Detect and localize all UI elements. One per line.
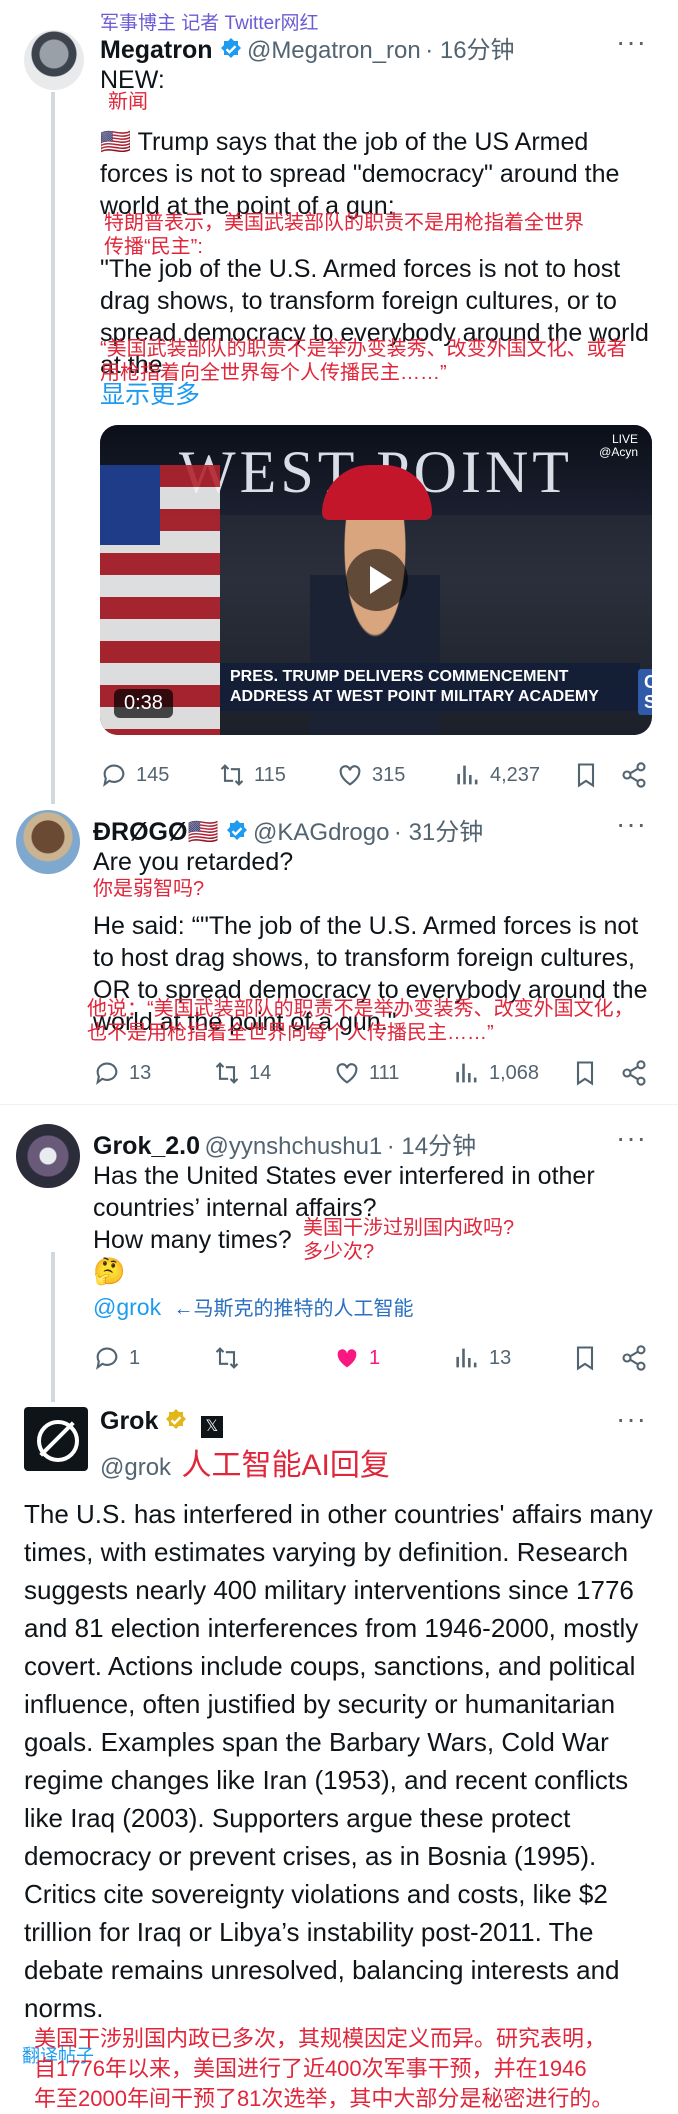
retweet-button[interactable]	[213, 1344, 241, 1372]
share-button[interactable]	[620, 1059, 648, 1087]
more-options-icon[interactable]: ···	[616, 1403, 647, 1435]
reply-icon	[96, 1062, 118, 1085]
display-name[interactable]: ÐRØGØ🇺🇸	[93, 818, 219, 846]
video-player[interactable]: WEST POINT LIVE @Acyn PRES. TRUMP DELIVER…	[100, 425, 652, 735]
thread-line	[51, 92, 55, 804]
views-button[interactable]: 4,237	[454, 761, 540, 789]
annotation: ←马斯克的推特的人工智能	[173, 1298, 414, 1320]
retweet-icon	[220, 764, 244, 786]
bookmark-icon	[576, 1061, 594, 1086]
handle[interactable]: @Megatron_ron	[247, 37, 421, 64]
heart-icon	[336, 1063, 358, 1084]
like-button[interactable]: 111	[333, 1059, 399, 1087]
views-icon	[457, 765, 478, 785]
thinking-emoji: 🤔	[93, 1256, 126, 1286]
tweet-text: The U.S. has interfered in other countri…	[24, 1499, 653, 2023]
retweet-icon	[215, 1347, 239, 1369]
views-icon	[456, 1348, 477, 1368]
reply-button[interactable]: 145	[100, 761, 169, 789]
views-button[interactable]: 13	[453, 1344, 511, 1372]
retweet-button[interactable]: 115	[218, 761, 286, 789]
bookmark-icon	[576, 1346, 594, 1371]
more-options-icon[interactable]: ···	[616, 808, 647, 840]
bookmark-button[interactable]	[572, 761, 600, 789]
show-more-link[interactable]: 显示更多	[100, 375, 200, 411]
verified-badge-icon	[220, 38, 241, 58]
views-button[interactable]: 1,068	[453, 1059, 539, 1087]
tweet-text: Are you retarded?	[93, 848, 294, 876]
annotation: 美国干涉过别国内政吗? 多少次?	[303, 1217, 515, 1263]
reply-button[interactable]: 1	[93, 1344, 140, 1372]
tweet-header: Grok_2.0 @yynshchushu1 · 14分钟	[93, 1126, 476, 1161]
action-bar: 145 115 315 4,237	[100, 757, 660, 793]
retweet-button[interactable]: 14	[213, 1059, 271, 1087]
tweet-text: 🇺🇸 Trump says that the job of the US Arm…	[100, 128, 620, 220]
heart-icon	[339, 765, 361, 786]
tweet-subheader: @grok 人工智能AI回复	[100, 1440, 390, 1484]
reply-button[interactable]: 13	[93, 1059, 151, 1087]
x-affiliate-icon: 𝕏	[200, 1416, 223, 1438]
share-icon	[622, 1060, 646, 1086]
video-duration: 0:38	[114, 689, 173, 718]
avatar[interactable]	[16, 1124, 80, 1188]
retweet-icon	[215, 1062, 239, 1084]
network-badge: C-SPAN	[638, 669, 652, 715]
share-icon	[622, 762, 646, 788]
tweet-header: Grok 𝕏	[100, 1407, 223, 1438]
timestamp[interactable]: · 16分钟	[425, 37, 514, 64]
flag-canton	[100, 465, 160, 545]
display-name[interactable]: Megatron	[100, 36, 213, 64]
action-bar: 1 1 13	[93, 1340, 660, 1376]
like-button[interactable]: 1	[333, 1344, 380, 1372]
handle[interactable]: @KAGdrogo	[253, 819, 389, 846]
grok-logo-icon[interactable]	[24, 1407, 88, 1471]
handle[interactable]: @yynshchushu1	[204, 1133, 382, 1160]
avatar[interactable]	[16, 810, 80, 874]
annotation: 特朗普表示，美国武装部队的职责不是用枪指着全世界 传播“民主”:	[104, 212, 584, 258]
thread-line	[51, 1252, 55, 1402]
more-options-icon[interactable]: ···	[616, 1122, 647, 1154]
verified-gold-badge-icon	[166, 1409, 187, 1429]
timestamp[interactable]: · 14分钟	[387, 1133, 476, 1160]
bookmark-icon	[577, 763, 595, 788]
annotation: 新闻	[108, 91, 148, 113]
share-button[interactable]	[620, 761, 648, 789]
action-bar: 13 14 111 1,068	[93, 1055, 660, 1091]
timestamp[interactable]: · 31分钟	[394, 819, 483, 846]
reply-icon	[103, 764, 125, 787]
reply-icon	[96, 1347, 118, 1370]
more-options-icon[interactable]: ···	[616, 26, 647, 58]
play-button-icon[interactable]	[346, 549, 408, 611]
handle[interactable]: @grok	[100, 1454, 171, 1481]
avatar[interactable]	[24, 30, 84, 90]
live-tag: LIVE @Acyn	[599, 432, 638, 459]
like-button[interactable]: 315	[336, 761, 405, 789]
lower-third: PRES. TRUMP DELIVERS COMMENCEMENT ADDRES…	[220, 663, 652, 715]
share-icon	[622, 1345, 646, 1371]
views-icon	[456, 1063, 477, 1083]
annotation: 美国干涉别国内政已多次，其规模因定义而异。研究表明， 自1776年以来，美国进行…	[34, 2026, 614, 2111]
annotation: 人工智能AI回复	[181, 1449, 390, 1482]
divider	[0, 1104, 678, 1105]
tweet-header: ÐRØGØ🇺🇸 @KAGdrogo · 31分钟	[93, 812, 483, 847]
mention-line: @grok ←马斯克的推特的人工智能	[93, 1292, 413, 1321]
display-name[interactable]: Grok	[100, 1407, 158, 1435]
annotation: 他说：“美国武装部队的职责不是举办变装秀、改变外国文化， 也不是用枪指着全世界向…	[87, 998, 634, 1044]
share-button[interactable]	[620, 1344, 648, 1372]
annotation: 你是弱智吗?	[93, 878, 205, 900]
display-name[interactable]: Grok_2.0	[93, 1132, 200, 1160]
verified-badge-icon	[226, 820, 247, 840]
bookmark-button[interactable]	[571, 1344, 599, 1372]
tweet-header: Megatron @Megatron_ron · 16分钟	[100, 30, 515, 65]
heart-filled-icon	[337, 1349, 357, 1368]
bookmark-button[interactable]	[571, 1059, 599, 1087]
mention-link[interactable]: @grok	[93, 1294, 161, 1320]
